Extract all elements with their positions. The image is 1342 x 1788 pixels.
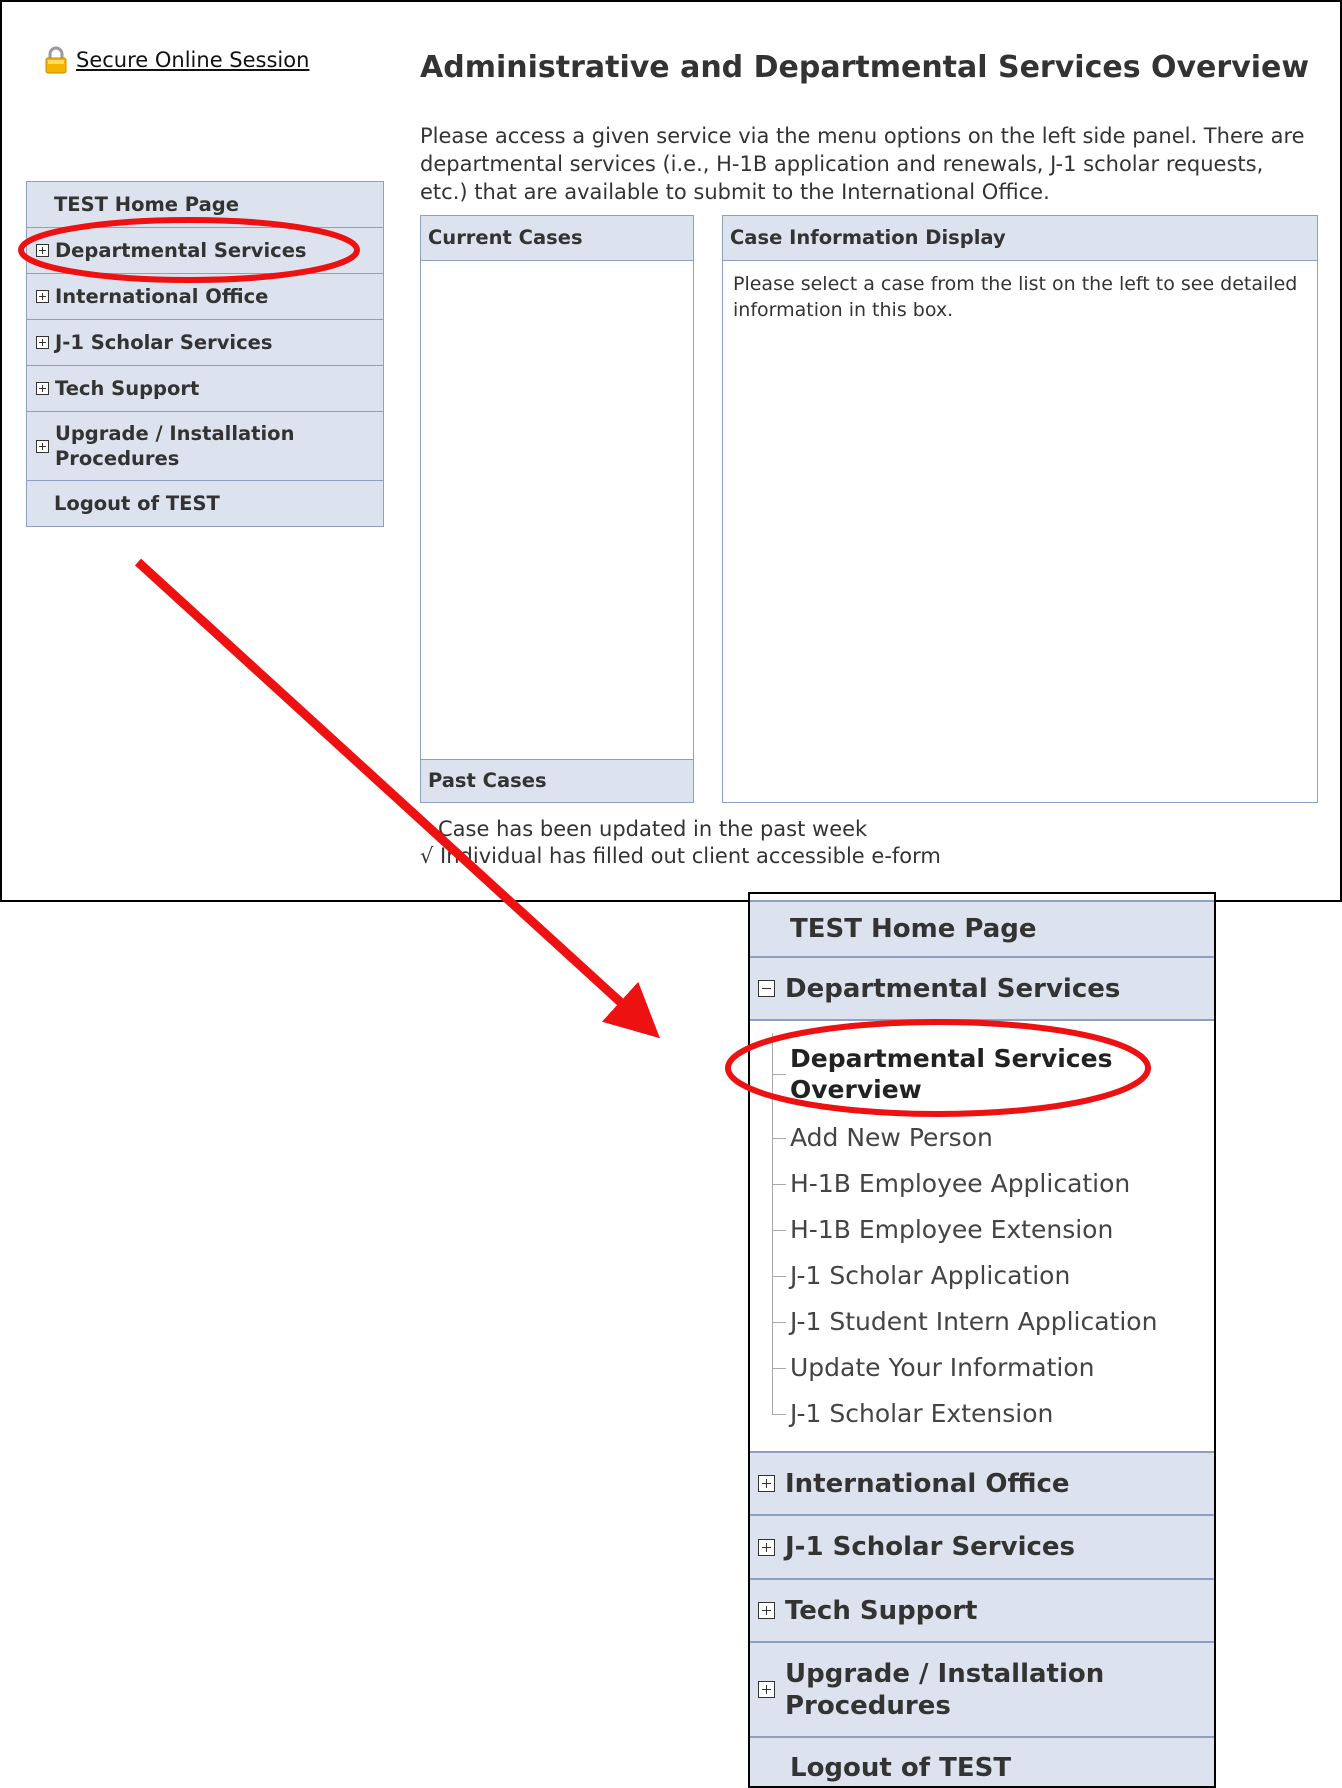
zoom-nav-item-international-office[interactable]: International Office [750,1453,1214,1516]
collapse-icon[interactable] [758,980,775,997]
expand-icon[interactable] [36,336,49,349]
zoom-nav-item-upgrade-installation[interactable]: Upgrade / Installation Procedures [750,1643,1214,1738]
expand-icon[interactable] [36,439,49,453]
nav-label: Tech Support [55,377,200,400]
nav-label: Logout of TEST [790,1753,1012,1783]
zoomed-menu-frame: TEST Home Page Departmental Services Dep… [748,892,1216,1788]
nav-label: Departmental Services [55,239,307,262]
secure-session-link[interactable]: Secure Online Session [44,46,309,74]
nav-label: J-1 Scholar Services [55,331,273,354]
page-title: Administrative and Departmental Services… [420,50,1310,85]
zoom-nav-item-departmental-services[interactable]: Departmental Services [750,958,1214,1021]
nav-label: Departmental Services [785,973,1121,1004]
submenu-item-j1-scholar-extension[interactable]: J-1 Scholar Extension [750,1391,1214,1437]
nav-item-j1-scholar-services[interactable]: J-1 Scholar Services [27,320,383,366]
nav-item-home[interactable]: TEST Home Page [27,182,383,228]
main-screenshot-frame: Secure Online Session Administrative and… [0,0,1342,902]
past-cases-header[interactable]: Past Cases [421,759,693,802]
nav-label: International Office [785,1468,1070,1499]
submenu-item-h1b-application[interactable]: H-1B Employee Application [750,1161,1214,1207]
expand-icon[interactable] [758,1681,775,1698]
nav-label: Upgrade / Installation Procedures [55,422,295,470]
submenu-item-h1b-extension[interactable]: H-1B Employee Extension [750,1207,1214,1253]
zoom-nav-item-logout[interactable]: Logout of TEST [750,1738,1214,1786]
expand-icon[interactable] [758,1602,775,1619]
secure-session-label: Secure Online Session [76,48,310,72]
nav-label: International Office [55,285,269,308]
submenu-item-j1-student-intern[interactable]: J-1 Student Intern Application [750,1299,1214,1345]
legend-eform: √ Individual has filled out client acces… [420,844,941,868]
submenu-item-j1-scholar-application[interactable]: J-1 Scholar Application [750,1253,1214,1299]
expand-icon[interactable] [36,290,49,303]
zoom-nav-item-tech-support[interactable]: Tech Support [750,1580,1214,1643]
case-information-header: Case Information Display [723,216,1317,261]
submenu-item-add-new-person[interactable]: Add New Person [750,1115,1214,1161]
nav-label: Upgrade / Installation Procedures [785,1658,1105,1721]
expand-icon[interactable] [36,244,49,257]
zoom-nav-item-home[interactable]: TEST Home Page [750,900,1214,958]
current-cases-header: Current Cases [421,216,693,261]
case-information-panel: Case Information Display Please select a… [722,215,1318,803]
legend: Case has been updated in the past week √… [420,816,941,870]
sidebar-nav: TEST Home Page Departmental Services Int… [26,181,384,527]
nav-label: Logout of TEST [54,492,220,515]
expand-icon[interactable] [758,1475,775,1492]
nav-label: Tech Support [785,1595,978,1626]
submenu-item-update-information[interactable]: Update Your Information [750,1345,1214,1391]
nav-item-logout[interactable]: Logout of TEST [27,481,383,526]
current-cases-panel: Current Cases Past Cases [420,215,694,803]
nav-item-departmental-services[interactable]: Departmental Services [27,228,383,274]
nav-label: TEST Home Page [54,193,239,216]
lock-icon [45,46,67,74]
nav-item-upgrade-installation[interactable]: Upgrade / Installation Procedures [27,412,383,481]
nav-label: J-1 Scholar Services [785,1532,1076,1562]
zoom-nav-item-j1-scholar-services[interactable]: J-1 Scholar Services [750,1516,1214,1580]
expand-icon[interactable] [758,1538,775,1556]
expand-icon[interactable] [36,382,49,395]
departmental-services-submenu: Departmental Services Overview Add New P… [750,1021,1214,1453]
intro-text: Please access a given service via the me… [420,124,1305,204]
submenu-item-overview[interactable]: Departmental Services Overview [750,1033,1214,1115]
nav-item-tech-support[interactable]: Tech Support [27,366,383,412]
legend-updated: Case has been updated in the past week [438,817,868,841]
case-information-message: Please select a case from the list on th… [733,273,1298,321]
zoomed-sidebar-nav: TEST Home Page Departmental Services Dep… [750,900,1214,1786]
nav-item-international-office[interactable]: International Office [27,274,383,320]
nav-label: TEST Home Page [790,914,1037,944]
